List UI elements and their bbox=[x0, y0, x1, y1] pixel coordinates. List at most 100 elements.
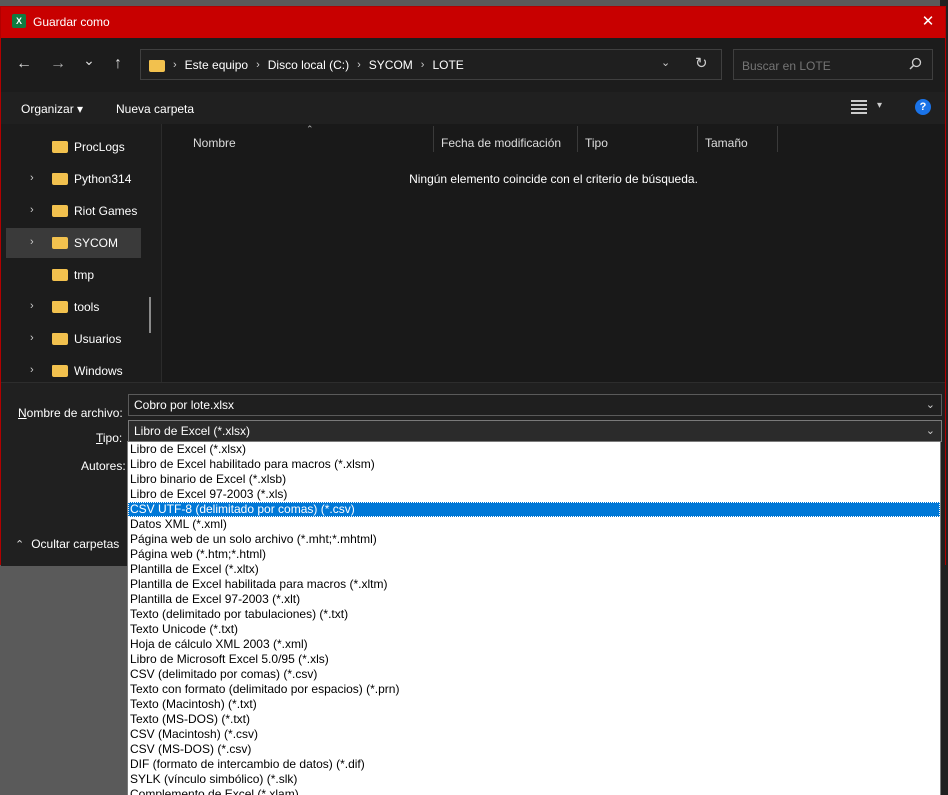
file-type-option[interactable]: Complemento de Excel (*.xlam) bbox=[128, 787, 940, 795]
tree-item-usuarios[interactable]: › Usuarios bbox=[1, 324, 141, 354]
column-divider[interactable] bbox=[577, 126, 578, 152]
file-type-option[interactable]: Libro de Excel habilitado para macros (*… bbox=[128, 457, 940, 472]
file-type-option[interactable]: Plantilla de Excel 97-2003 (*.xlt) bbox=[128, 592, 940, 607]
hide-folders-label: Ocultar carpetas bbox=[31, 537, 120, 551]
view-dropdown-icon[interactable]: ▾ bbox=[877, 100, 882, 111]
tree-item-label: SYCOM bbox=[74, 236, 119, 250]
file-type-option[interactable]: Datos XML (*.xml) bbox=[128, 517, 940, 532]
sort-indicator-icon: ⌃ bbox=[306, 124, 314, 134]
tree-item-tools[interactable]: › tools bbox=[1, 292, 141, 322]
address-bar[interactable]: › Este equipo › Disco local (C:) › SYCOM… bbox=[140, 49, 722, 80]
title-bar[interactable]: X Guardar como ✕ bbox=[1, 7, 945, 38]
file-type-option[interactable]: Texto (MS-DOS) (*.txt) bbox=[128, 712, 940, 727]
filename-label-accel: N bbox=[18, 406, 27, 420]
file-type-option[interactable]: Página web de un solo archivo (*.mht;*.m… bbox=[128, 532, 940, 547]
recent-locations-button[interactable]: ⌄ bbox=[79, 50, 99, 70]
back-button[interactable]: ← bbox=[14, 54, 34, 74]
file-type-option[interactable]: Hoja de cálculo XML 2003 (*.xml) bbox=[128, 637, 940, 652]
forward-button[interactable]: → bbox=[48, 54, 68, 74]
file-type-option[interactable]: Libro de Microsoft Excel 5.0/95 (*.xls) bbox=[128, 652, 940, 667]
file-type-select[interactable]: Libro de Excel (*.xlsx) ⌄ bbox=[128, 420, 942, 442]
breadcrumb-sycom[interactable]: SYCOM bbox=[369, 58, 413, 72]
expand-chevron-icon[interactable]: › bbox=[30, 172, 34, 184]
hide-folders-button[interactable]: ⌃ Ocultar carpetas bbox=[15, 537, 119, 551]
file-type-dropdown-list[interactable]: Libro de Excel (*.xlsx) Libro de Excel h… bbox=[127, 441, 941, 795]
expand-chevron-icon[interactable]: › bbox=[30, 300, 34, 312]
breadcrumb-separator[interactable]: › bbox=[256, 59, 260, 71]
tree-item-sycom[interactable]: › SYCOM bbox=[6, 228, 141, 258]
folder-icon bbox=[52, 301, 68, 313]
tree-item-tmp[interactable]: tmp bbox=[1, 260, 141, 290]
expand-chevron-icon[interactable]: › bbox=[30, 236, 34, 248]
file-type-option[interactable]: Plantilla de Excel (*.xltx) bbox=[128, 562, 940, 577]
tree-item-label: Windows bbox=[74, 364, 123, 378]
file-type-option[interactable]: CSV (MS-DOS) (*.csv) bbox=[128, 742, 940, 757]
filename-value[interactable]: Cobro por lote.xlsx bbox=[134, 398, 234, 412]
breadcrumb-separator[interactable]: › bbox=[173, 59, 177, 71]
breadcrumb-disco-local[interactable]: Disco local (C:) bbox=[268, 58, 349, 72]
view-list-icon[interactable] bbox=[851, 100, 867, 114]
breadcrumb-separator[interactable]: › bbox=[421, 59, 425, 71]
search-box[interactable] bbox=[733, 49, 933, 80]
column-divider[interactable] bbox=[697, 126, 698, 152]
file-list-pane[interactable]: ⌃ Nombre Fecha de modificación Tipo Tama… bbox=[162, 124, 945, 382]
tree-item-windows[interactable]: › Windows bbox=[1, 356, 141, 382]
navigation-pane-scrollbar[interactable] bbox=[149, 297, 151, 333]
expand-chevron-icon[interactable]: › bbox=[30, 204, 34, 216]
file-type-value[interactable]: Libro de Excel (*.xlsx) bbox=[134, 424, 250, 438]
file-type-option[interactable]: Plantilla de Excel habilitada para macro… bbox=[128, 577, 940, 592]
tree-item-python314[interactable]: › Python314 bbox=[1, 164, 141, 194]
column-divider[interactable] bbox=[777, 126, 778, 152]
refresh-icon[interactable]: ↻ bbox=[695, 54, 708, 72]
expand-chevron-icon[interactable]: › bbox=[30, 364, 34, 376]
column-divider[interactable] bbox=[433, 126, 434, 152]
file-type-option[interactable]: Libro de Excel (*.xlsx) bbox=[128, 442, 940, 457]
file-type-option[interactable]: Texto (Macintosh) (*.txt) bbox=[128, 697, 940, 712]
file-type-option[interactable]: Texto Unicode (*.txt) bbox=[128, 622, 940, 637]
file-type-option[interactable]: Libro de Excel 97-2003 (*.xls) bbox=[128, 487, 940, 502]
column-header-nombre[interactable]: Nombre bbox=[193, 136, 236, 150]
authors-label: Autores: bbox=[81, 459, 126, 473]
tree-item-label: Usuarios bbox=[74, 332, 122, 346]
new-folder-button[interactable]: Nueva carpeta bbox=[116, 102, 194, 116]
breadcrumb-lote[interactable]: LOTE bbox=[432, 58, 463, 72]
organize-button[interactable]: Organizar ▾ bbox=[21, 102, 83, 116]
file-type-option-selected[interactable]: CSV UTF-8 (delimitado por comas) (*.csv) bbox=[128, 502, 940, 517]
chevron-down-icon[interactable]: ⌄ bbox=[926, 398, 935, 411]
file-type-option[interactable]: Página web (*.htm;*.html) bbox=[128, 547, 940, 562]
column-header-fecha[interactable]: Fecha de modificación bbox=[441, 136, 561, 150]
filename-field[interactable]: Cobro por lote.xlsx ⌄ bbox=[128, 394, 942, 416]
folder-icon bbox=[149, 60, 165, 72]
navigation-pane[interactable]: ProcLogs › Python314 › Riot Games › SYCO… bbox=[1, 124, 161, 382]
command-bar: Organizar ▾ Nueva carpeta ▾ ? bbox=[1, 92, 945, 124]
up-button[interactable]: ↑ bbox=[108, 54, 128, 74]
file-type-option[interactable]: DIF (formato de intercambio de datos) (*… bbox=[128, 757, 940, 772]
column-header-tamano[interactable]: Tamaño bbox=[705, 136, 748, 150]
file-type-option[interactable]: Texto (delimitado por tabulaciones) (*.t… bbox=[128, 607, 940, 622]
folder-icon bbox=[52, 333, 68, 345]
search-icon[interactable] bbox=[909, 57, 922, 73]
tree-item-label: Python314 bbox=[74, 172, 132, 186]
tree-item-riot-games[interactable]: › Riot Games bbox=[1, 196, 141, 226]
expand-chevron-icon[interactable]: › bbox=[30, 332, 34, 344]
tree-item-label: tmp bbox=[74, 268, 95, 282]
file-type-option[interactable]: Libro binario de Excel (*.xlsb) bbox=[128, 472, 940, 487]
file-type-option[interactable]: SYLK (vínculo simbólico) (*.slk) bbox=[128, 772, 940, 787]
file-type-option[interactable]: Texto con formato (delimitado por espaci… bbox=[128, 682, 940, 697]
breadcrumb-separator[interactable]: › bbox=[357, 59, 361, 71]
folder-icon bbox=[52, 205, 68, 217]
chevron-down-icon[interactable]: ⌄ bbox=[926, 424, 935, 437]
folder-icon bbox=[52, 365, 68, 377]
close-button[interactable]: ✕ bbox=[917, 12, 939, 32]
file-type-option[interactable]: CSV (Macintosh) (*.csv) bbox=[128, 727, 940, 742]
help-icon[interactable]: ? bbox=[915, 99, 931, 115]
search-input[interactable] bbox=[740, 56, 904, 75]
tree-item-proclogs[interactable]: ProcLogs bbox=[1, 132, 141, 162]
filename-label: Nombre de archivo: bbox=[18, 406, 123, 420]
folder-icon bbox=[52, 141, 68, 153]
address-history-dropdown[interactable]: ⌄ bbox=[661, 56, 670, 69]
folder-icon bbox=[52, 237, 68, 249]
file-type-option[interactable]: CSV (delimitado por comas) (*.csv) bbox=[128, 667, 940, 682]
breadcrumb-este-equipo[interactable]: Este equipo bbox=[185, 58, 248, 72]
column-header-tipo[interactable]: Tipo bbox=[585, 136, 608, 150]
